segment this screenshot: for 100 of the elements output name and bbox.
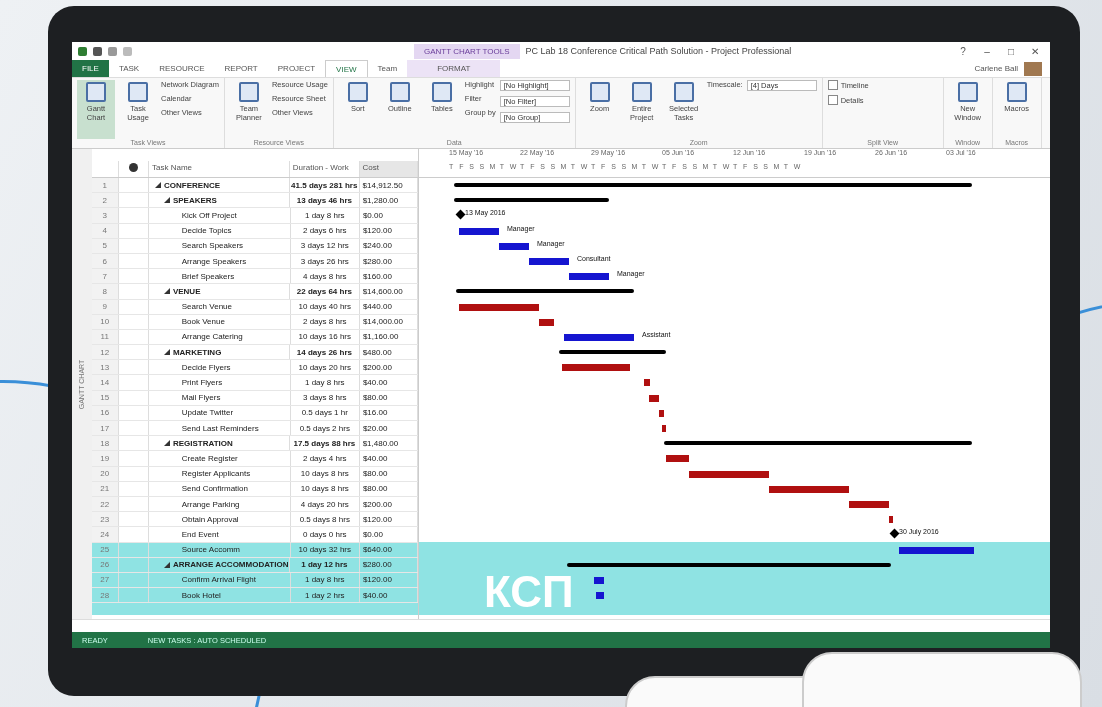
task-name: Kick Off Project: [181, 210, 237, 220]
cost-cell: $1,160.00: [359, 329, 418, 345]
gantt-bar[interactable]: [594, 576, 604, 584]
duration-cell: 10 days 8 hrs: [290, 481, 360, 496]
cost-cell: $40.00: [359, 375, 418, 390]
task-name: Register Applicants: [181, 469, 251, 479]
ribbon-tab[interactable]: FORMAT: [407, 60, 501, 77]
row-number: 23: [92, 512, 119, 527]
task-name: Confirm Arrival Flight: [181, 575, 256, 585]
cost-cell: $16.00: [359, 405, 418, 420]
checkbox[interactable]: [827, 95, 838, 105]
collapse-icon[interactable]: [163, 561, 170, 568]
window-control[interactable]: ?: [954, 45, 972, 57]
gantt-bar[interactable]: [459, 303, 539, 311]
gantt-bar[interactable]: [899, 546, 974, 554]
gantt-bar[interactable]: [562, 364, 630, 372]
cost-cell: $200.00: [359, 360, 418, 375]
duration-cell: 13 days 46 hrs: [290, 193, 360, 208]
gantt-bar[interactable]: [499, 242, 529, 250]
cost-cell: $40.00: [359, 588, 418, 603]
window-control[interactable]: –: [978, 45, 996, 57]
task-name: Create Register: [181, 453, 238, 463]
gantt-bar[interactable]: [666, 455, 689, 463]
task-name: Arrange Speakers: [181, 256, 247, 266]
cost-cell: $240.00: [359, 238, 418, 253]
gantt-bar[interactable]: [649, 394, 659, 402]
duration-cell: 10 days 8 hrs: [290, 466, 360, 481]
gantt-bar[interactable]: [849, 500, 889, 508]
duration-cell: 10 days 20 hrs: [290, 360, 360, 375]
ribbon-tab[interactable]: Team: [367, 60, 408, 77]
account-name[interactable]: Carlene Ball: [974, 64, 1018, 73]
gantt-bar[interactable]: [644, 379, 650, 387]
duration-cell: 14 days 26 hrs: [290, 345, 360, 360]
context-tab-label: GANTT CHART TOOLS: [414, 43, 520, 59]
task-name: Obtain Approval: [181, 514, 239, 524]
avatar-placeholder[interactable]: [1024, 61, 1042, 76]
task-name: Mail Flyers: [181, 393, 221, 403]
gantt-bar[interactable]: [454, 198, 609, 203]
task-name: Send Confirmation: [181, 484, 248, 494]
ribbon-tab[interactable]: REPORT: [214, 60, 268, 77]
banner-title: КСП: [484, 570, 574, 614]
collapse-icon[interactable]: [163, 197, 170, 204]
column-header[interactable]: Cost: [359, 161, 418, 177]
gantt-bar[interactable]: [529, 257, 569, 265]
task-name: MARKETING: [172, 347, 222, 357]
task-name: Search Speakers: [181, 241, 244, 251]
row-number: 7: [92, 269, 119, 284]
milestone-icon[interactable]: [889, 528, 900, 539]
gantt-bar[interactable]: [889, 516, 893, 524]
ribbon-tab[interactable]: FILE: [72, 60, 109, 77]
duration-cell: 10 days 40 hrs: [290, 299, 360, 314]
collapse-icon[interactable]: [155, 182, 161, 189]
duration-cell: 3 days 12 hrs: [290, 238, 360, 253]
duration-cell: 1 day 8 hrs: [290, 572, 360, 588]
gantt-bar[interactable]: [596, 592, 604, 600]
collapse-icon[interactable]: [163, 349, 170, 356]
column-header[interactable]: Duration - Work: [289, 161, 360, 177]
window-control[interactable]: ✕: [1026, 45, 1044, 57]
duration-cell: 0.5 days 1 hr: [290, 405, 360, 420]
task-name: ARRANGE ACCOMMODATION: [172, 560, 289, 570]
row-number: 26: [92, 557, 119, 572]
gantt-bar[interactable]: [564, 333, 634, 341]
ribbon-tab[interactable]: TASK: [108, 60, 150, 77]
milestone-icon[interactable]: [455, 209, 466, 220]
gantt-bar[interactable]: [559, 350, 666, 355]
duration-cell: 3 days 26 hrs: [290, 253, 360, 269]
cost-cell: $160.00: [359, 269, 418, 284]
window-control[interactable]: □: [1002, 45, 1020, 57]
info-icon: [128, 163, 138, 172]
gantt-bar[interactable]: [539, 318, 554, 326]
window-title: PC Lab 18 Conference Critical Path Solution - Project Professional: [525, 46, 793, 56]
task-name: Search Venue: [181, 302, 232, 312]
task-name: Book Hotel: [181, 590, 221, 600]
checkbox[interactable]: [827, 80, 838, 90]
collapse-icon[interactable]: [163, 440, 170, 447]
task-name: Send Last Reminders: [181, 423, 259, 433]
duration-cell: 1 day 8 hrs: [290, 375, 360, 390]
gantt-bar[interactable]: [689, 470, 769, 478]
gantt-bar[interactable]: [664, 441, 972, 446]
ribbon-tab[interactable]: PROJECT: [267, 60, 326, 77]
gantt-bar[interactable]: [567, 562, 891, 567]
task-name: Decide Topics: [181, 226, 232, 236]
gantt-bar[interactable]: [569, 273, 609, 281]
ribbon-tab[interactable]: VIEW: [325, 60, 368, 77]
gantt-bar[interactable]: [456, 289, 634, 294]
cost-cell: $14,912.50: [359, 178, 418, 193]
cost-cell: $280.00: [359, 253, 418, 269]
task-name: Source Accomm: [181, 545, 240, 555]
row-number: 3: [92, 208, 119, 223]
cost-cell: $120.00: [359, 572, 418, 588]
cost-cell: $1,480.00: [359, 436, 418, 451]
cost-cell: $120.00: [359, 512, 418, 527]
collapse-icon[interactable]: [163, 288, 170, 295]
gantt-bar[interactable]: [769, 485, 849, 493]
column-header[interactable]: Task Name: [149, 161, 290, 177]
ribbon-tab[interactable]: RESOURCE: [149, 60, 215, 77]
gantt-bar[interactable]: [459, 227, 499, 235]
gantt-bar[interactable]: [659, 409, 664, 417]
duration-cell: 0.5 days 8 hrs: [290, 512, 360, 527]
duration-cell: 17.5 days 88 hrs: [290, 436, 360, 451]
